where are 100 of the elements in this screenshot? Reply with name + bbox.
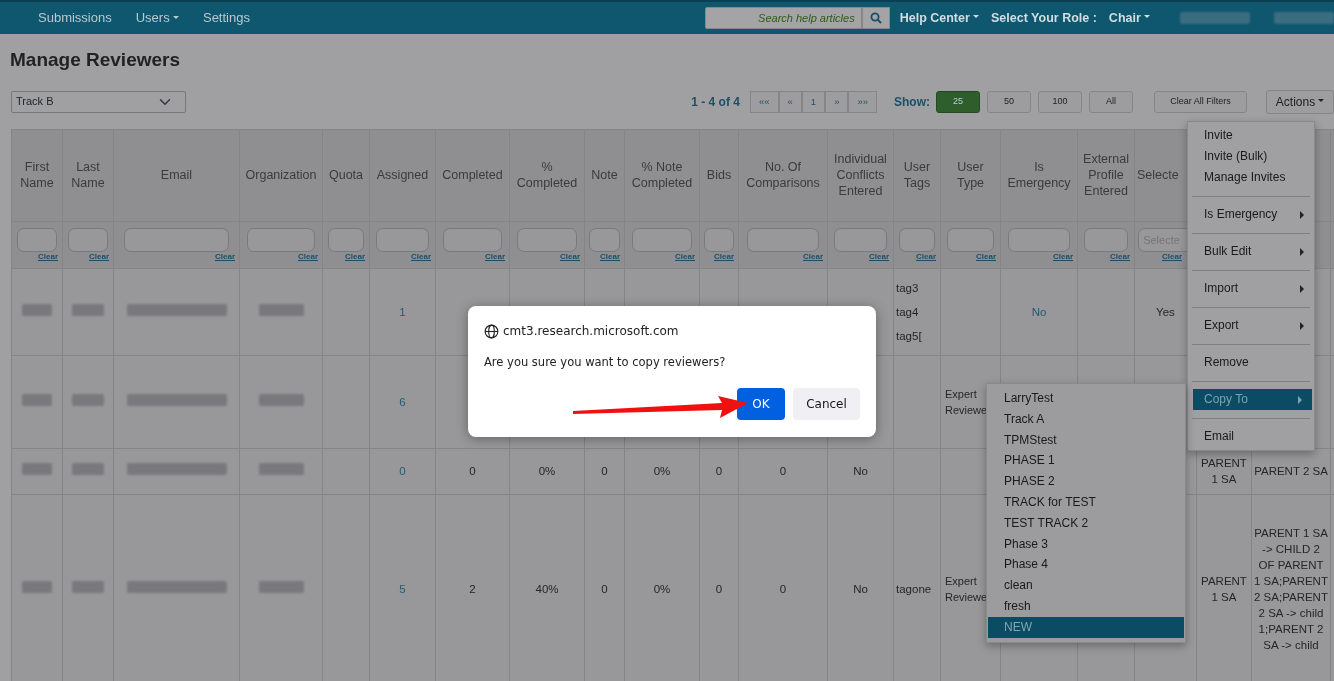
column-header: User Type: [940, 129, 1001, 221]
column-header: Quota: [322, 129, 370, 221]
page-size-button[interactable]: All: [1089, 90, 1133, 113]
menu-item[interactable]: PHASE 1: [988, 450, 1184, 472]
column-header: User Tags: [893, 129, 941, 221]
menu-item[interactable]: Phase 4: [988, 554, 1184, 576]
redacted-text: [72, 303, 104, 316]
page-size-button[interactable]: 50: [987, 90, 1031, 113]
menu-item[interactable]: clean: [988, 575, 1184, 596]
menu-item[interactable]: Phase 3: [988, 533, 1184, 555]
page-title: Manage Reviewers: [10, 48, 182, 72]
table-link[interactable]: 6: [399, 395, 406, 408]
filter-field[interactable]: [247, 227, 315, 252]
pagination-button[interactable]: »»: [848, 90, 877, 113]
dialog-origin: cmt3.research.microsoft.com: [503, 323, 679, 340]
table-cell: No: [853, 465, 868, 477]
filter-field[interactable]: [516, 227, 578, 252]
menu-item[interactable]: fresh: [988, 595, 1184, 617]
cancel-button[interactable]: Cancel: [793, 388, 860, 421]
redacted-text: [72, 393, 104, 406]
table-cell: 0: [779, 465, 787, 477]
filter-field[interactable]: [946, 227, 995, 252]
search-field[interactable]: Search help articles: [704, 7, 862, 29]
table-cell: 0: [601, 465, 608, 477]
filter-field[interactable]: [442, 227, 503, 252]
user-tag: tag4: [896, 299, 938, 324]
table-link[interactable]: 1: [399, 305, 406, 318]
search-button[interactable]: [861, 7, 890, 29]
menu-item[interactable]: Copy To: [1193, 389, 1312, 410]
show-label: Show:: [894, 93, 930, 111]
column-header: Email: [113, 129, 240, 221]
ok-button[interactable]: OK: [737, 388, 785, 421]
table-cell: 0: [601, 583, 608, 595]
table-cell-text: Expert Reviewe: [944, 386, 989, 418]
pagination-button[interactable]: »: [825, 90, 849, 113]
globe-icon: [484, 323, 499, 339]
column-header: First Name: [11, 129, 63, 221]
filter-field[interactable]: [834, 227, 887, 252]
filter-field[interactable]: [589, 227, 620, 252]
redacted-text: [72, 581, 104, 593]
menu-item[interactable]: TEST TRACK 2: [988, 512, 1184, 534]
user-tag: tag3: [896, 275, 938, 300]
redacted-text: [1180, 12, 1250, 24]
menu-item[interactable]: Remove: [1188, 352, 1314, 373]
menu-item[interactable]: Track A: [988, 408, 1184, 430]
table-cell: 40%: [535, 583, 559, 595]
nav-link[interactable]: Settings: [194, 8, 258, 28]
page-size-button[interactable]: 100: [1038, 90, 1082, 113]
column-header: % Completed: [509, 129, 585, 221]
table-link[interactable]: 0: [399, 465, 406, 477]
pagination-button[interactable]: ««: [749, 90, 779, 113]
actions-button[interactable]: Actions: [1266, 89, 1334, 114]
redacted-text: [258, 303, 304, 316]
filter-field[interactable]: [327, 227, 365, 252]
redacted-text: [22, 393, 52, 406]
nav-link[interactable]: Submissions: [30, 8, 120, 28]
table-cell: 0: [779, 583, 787, 595]
redacted-text: [22, 303, 52, 316]
menu-item[interactable]: TRACK for TEST: [988, 492, 1184, 513]
table-cell-text: Expert Reviewe: [944, 574, 989, 605]
user-tag: tagone: [896, 577, 938, 601]
menu-item[interactable]: PHASE 2: [988, 471, 1184, 492]
table-link[interactable]: 5: [399, 583, 406, 595]
menu-item[interactable]: Import: [1188, 278, 1314, 299]
filter-field[interactable]: [124, 227, 229, 252]
menu-item[interactable]: TPMStest: [988, 429, 1184, 451]
nav-link[interactable]: Help Center: [893, 8, 986, 28]
clear-link[interactable]: Clear: [702, 251, 736, 262]
table-cell: 0: [469, 465, 476, 477]
table-cell: PARENT 1 SA: [1201, 457, 1247, 485]
nav-link[interactable]: Users: [127, 8, 187, 28]
track-select[interactable]: Track B: [11, 90, 186, 113]
clear-filters-button[interactable]: Clear All Filters: [1154, 90, 1247, 113]
table-cell: PARENT 1 SA: [1201, 575, 1247, 603]
column-header: Bids: [699, 129, 739, 221]
page-size-button[interactable]: 25: [936, 90, 980, 113]
table-cell: 0%: [653, 583, 671, 595]
filter-field[interactable]: [746, 227, 820, 252]
nav-link[interactable]: Chair: [1102, 8, 1156, 28]
table-cell: 0%: [653, 465, 671, 477]
filter-field[interactable]: [17, 227, 57, 252]
redacted-text: [22, 581, 52, 593]
pagination-button[interactable]: 1: [801, 90, 826, 113]
menu-item[interactable]: LarryTest: [988, 388, 1184, 409]
table-link[interactable]: No: [1031, 305, 1047, 318]
menu-item[interactable]: NEW: [988, 616, 1184, 638]
column-header: Assigned: [369, 129, 436, 221]
user-tag: tag5[: [896, 323, 938, 348]
menu-item[interactable]: Email: [1188, 426, 1314, 447]
filter-field[interactable]: [631, 227, 693, 252]
filter-field[interactable]: [898, 227, 936, 252]
menu-item[interactable]: Export: [1188, 315, 1314, 336]
filter-field[interactable]: [376, 227, 429, 252]
filter-field[interactable]: [704, 227, 734, 252]
role-label: Select Your Role :: [990, 9, 1098, 27]
filter-field[interactable]: [1083, 227, 1129, 252]
pagination-button[interactable]: «: [778, 90, 802, 113]
filter-field[interactable]: [1008, 227, 1070, 252]
filter-field[interactable]: [68, 227, 108, 252]
clear-link[interactable]: Clear: [587, 251, 622, 262]
